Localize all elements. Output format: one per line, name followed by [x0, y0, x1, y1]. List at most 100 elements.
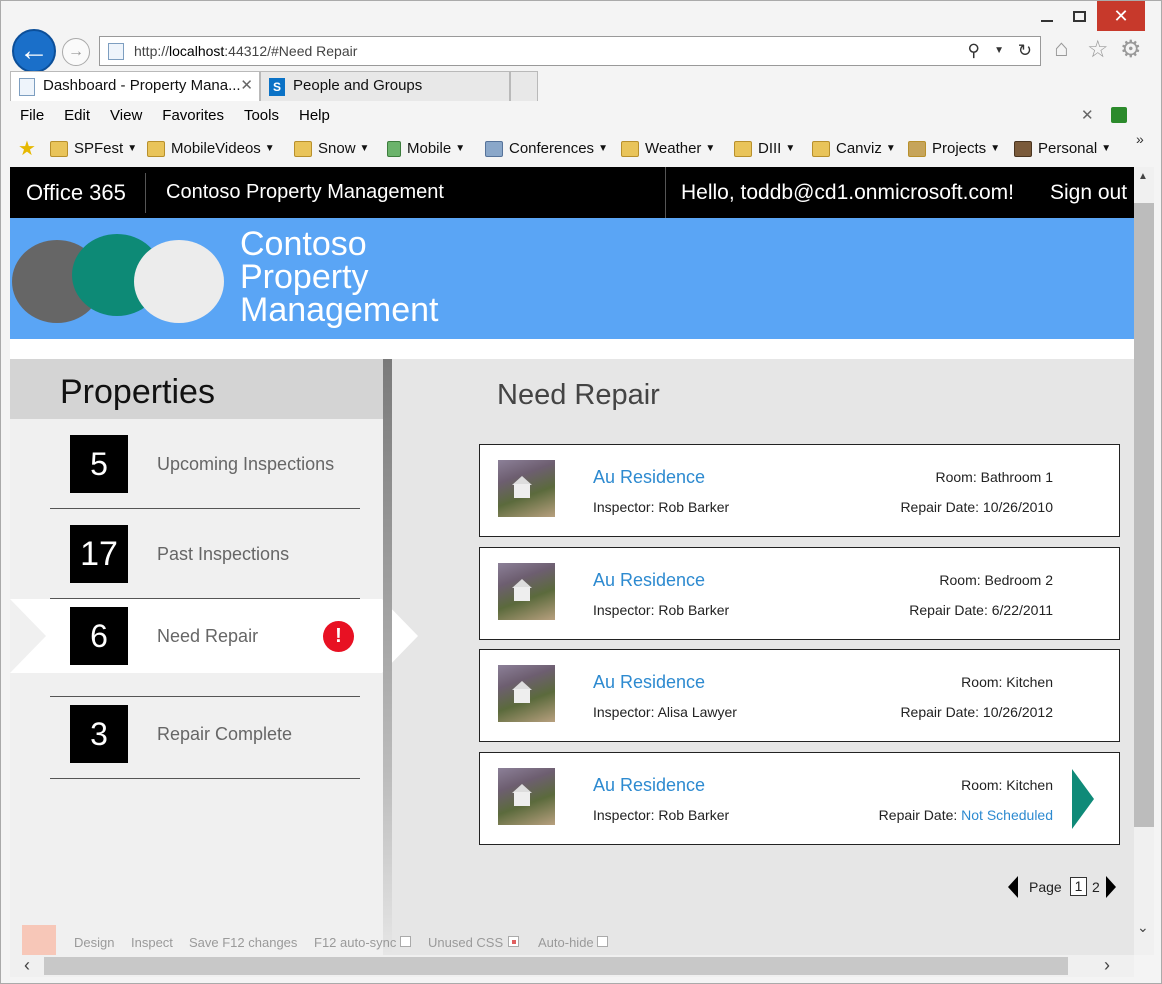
scroll-down-icon[interactable]: ⌄	[1137, 919, 1149, 936]
fav-snow[interactable]: Snow ▼	[294, 135, 369, 163]
repair-card[interactable]: Au Residence Inspector: Rob Barker Room:…	[479, 547, 1120, 640]
f12-auto-hide[interactable]: Auto-hide	[538, 935, 594, 950]
people-folder-icon	[908, 141, 926, 157]
property-thumbnail	[498, 768, 555, 825]
nav-label: Need Repair	[157, 626, 259, 646]
inspector: Inspector: Rob Barker	[593, 807, 730, 823]
url-host: localhost	[169, 43, 225, 59]
fav-conferences[interactable]: Conferences ▼	[485, 135, 608, 163]
horizontal-scrollbar[interactable]: ‹ ›	[10, 955, 1134, 977]
dropdown-icon[interactable]: ▼	[994, 37, 1004, 65]
close-menu-icon[interactable]: ✕	[1081, 103, 1094, 129]
visual-studio-icon[interactable]	[22, 925, 56, 955]
nav-repair-complete[interactable]: 3 Repair Complete	[10, 689, 384, 779]
refresh-icon[interactable]: ↻	[1018, 37, 1032, 65]
next-page-icon[interactable]	[1106, 876, 1116, 898]
fav-mobile[interactable]: Mobile ▼	[387, 135, 465, 163]
back-button[interactable]: ←	[12, 29, 56, 73]
alert-icon: !	[323, 621, 354, 652]
tab-dashboard[interactable]: Dashboard - Property Mana... ✕	[10, 71, 260, 101]
menu-file[interactable]: File	[20, 107, 44, 124]
forward-button[interactable]: →	[62, 38, 90, 66]
fav-mobilevideos[interactable]: MobileVideos ▼	[147, 135, 275, 163]
pager: Page 1 2	[1006, 873, 1126, 901]
scroll-thumb[interactable]	[1134, 203, 1154, 827]
chevron-more-icon[interactable]: »	[1136, 125, 1144, 153]
settings-gear-icon[interactable]: ⚙	[1120, 35, 1142, 64]
fav-diii[interactable]: DIII ▼	[734, 135, 795, 163]
f12-auto-sync[interactable]: F12 auto-sync	[314, 935, 396, 950]
menu-favorites[interactable]: Favorites	[162, 107, 224, 124]
suite-divider	[145, 173, 146, 213]
fav-personal[interactable]: Personal ▼	[1014, 135, 1111, 163]
inspector: Inspector: Alisa Lawyer	[593, 704, 737, 720]
repair-card[interactable]: Au Residence Inspector: Rob Barker Room:…	[479, 752, 1120, 845]
maximize-button[interactable]	[1059, 1, 1099, 31]
nav-label: Repair Complete	[157, 724, 293, 744]
not-scheduled-link[interactable]: Not Scheduled	[961, 807, 1053, 823]
chevron-right-icon[interactable]	[1072, 769, 1096, 829]
property-title[interactable]: Au Residence	[593, 672, 705, 693]
menu-edit[interactable]: Edit	[64, 107, 90, 124]
fav-weather[interactable]: Weather ▼	[621, 135, 715, 163]
office365-link[interactable]: Office 365	[26, 167, 126, 218]
address-bar[interactable]: http://localhost:44312/#Need Repair ⚲ ▼ …	[99, 36, 1041, 66]
close-tab-icon[interactable]: ✕	[240, 72, 253, 100]
page-1-button[interactable]: 1	[1070, 877, 1087, 896]
suite-bar: Office 365 Contoso Property Management H…	[10, 167, 1134, 218]
property-thumbnail	[498, 563, 555, 620]
nav-upcoming-inspections[interactable]: 5 Upcoming Inspections	[10, 419, 384, 509]
add-favorite-star-icon[interactable]: ★	[18, 135, 36, 163]
close-button[interactable]: ✕	[1097, 1, 1145, 31]
f12-inspect[interactable]: Inspect	[131, 935, 173, 950]
fav-spfest[interactable]: SPFest ▼	[50, 135, 137, 163]
f12-save-changes[interactable]: Save F12 changes	[189, 935, 297, 950]
logo-circle-white	[134, 240, 224, 323]
auto-hide-checkbox[interactable]	[597, 936, 608, 947]
addon-icon[interactable]	[1111, 107, 1127, 123]
unused-css-checkbox[interactable]	[508, 936, 519, 947]
menu-view[interactable]: View	[110, 107, 142, 124]
repair-card[interactable]: Au Residence Inspector: Alisa Lawyer Roo…	[479, 649, 1120, 742]
fav-projects[interactable]: Projects ▼	[908, 135, 1000, 163]
nav-need-repair[interactable]: 6 Need Repair !	[10, 599, 418, 697]
prev-page-icon[interactable]	[1008, 876, 1018, 898]
property-title[interactable]: Au Residence	[593, 775, 705, 796]
sidebar-header: Properties	[10, 359, 384, 419]
property-thumbnail	[498, 460, 555, 517]
suite-divider	[665, 167, 666, 218]
property-title[interactable]: Au Residence	[593, 467, 705, 488]
repair-card[interactable]: Au Residence Inspector: Rob Barker Room:…	[479, 444, 1120, 537]
person-icon	[1014, 141, 1032, 157]
repair-date: Repair Date: 10/26/2010	[900, 499, 1053, 515]
scroll-left-icon[interactable]: ‹	[24, 955, 30, 975]
folder-icon	[294, 141, 312, 157]
folder-icon	[621, 141, 639, 157]
tab-people-and-groups[interactable]: S People and Groups	[260, 71, 510, 101]
property-title[interactable]: Au Residence	[593, 570, 705, 591]
nav-label: Past Inspections	[157, 544, 290, 564]
search-icon[interactable]: ⚲	[968, 37, 980, 65]
new-tab-button[interactable]	[510, 71, 538, 101]
close-icon: ✕	[1113, 5, 1129, 26]
menu-tools[interactable]: Tools	[244, 107, 279, 124]
scroll-right-icon[interactable]: ›	[1104, 955, 1110, 975]
scroll-thumb[interactable]	[44, 957, 1068, 975]
f12-design[interactable]: Design	[74, 935, 114, 950]
favorites-star-icon[interactable]: ☆	[1087, 35, 1109, 64]
vertical-scrollbar[interactable]: ▲ ⌄	[1134, 167, 1154, 955]
web-page: Office 365 Contoso Property Management H…	[10, 167, 1134, 955]
nav-past-inspections[interactable]: 17 Past Inspections	[10, 509, 384, 599]
auto-sync-checkbox[interactable]	[400, 936, 411, 947]
menu-help[interactable]: Help	[299, 107, 330, 124]
inspector: Inspector: Rob Barker	[593, 499, 730, 515]
sign-out-link[interactable]: Sign out	[1050, 167, 1127, 218]
home-icon[interactable]: ⌂	[1054, 35, 1069, 63]
page-2-button[interactable]: 2	[1092, 879, 1100, 895]
sidebar-divider	[383, 359, 392, 955]
scroll-up-icon[interactable]: ▲	[1138, 171, 1148, 182]
f12-unused-css[interactable]: Unused CSS	[428, 935, 503, 950]
fav-canviz[interactable]: Canviz ▼	[812, 135, 896, 163]
tab-label: Dashboard - Property Mana...	[43, 77, 241, 94]
menu-bar: File Edit View Favorites Tools Help ✕	[10, 103, 1135, 129]
